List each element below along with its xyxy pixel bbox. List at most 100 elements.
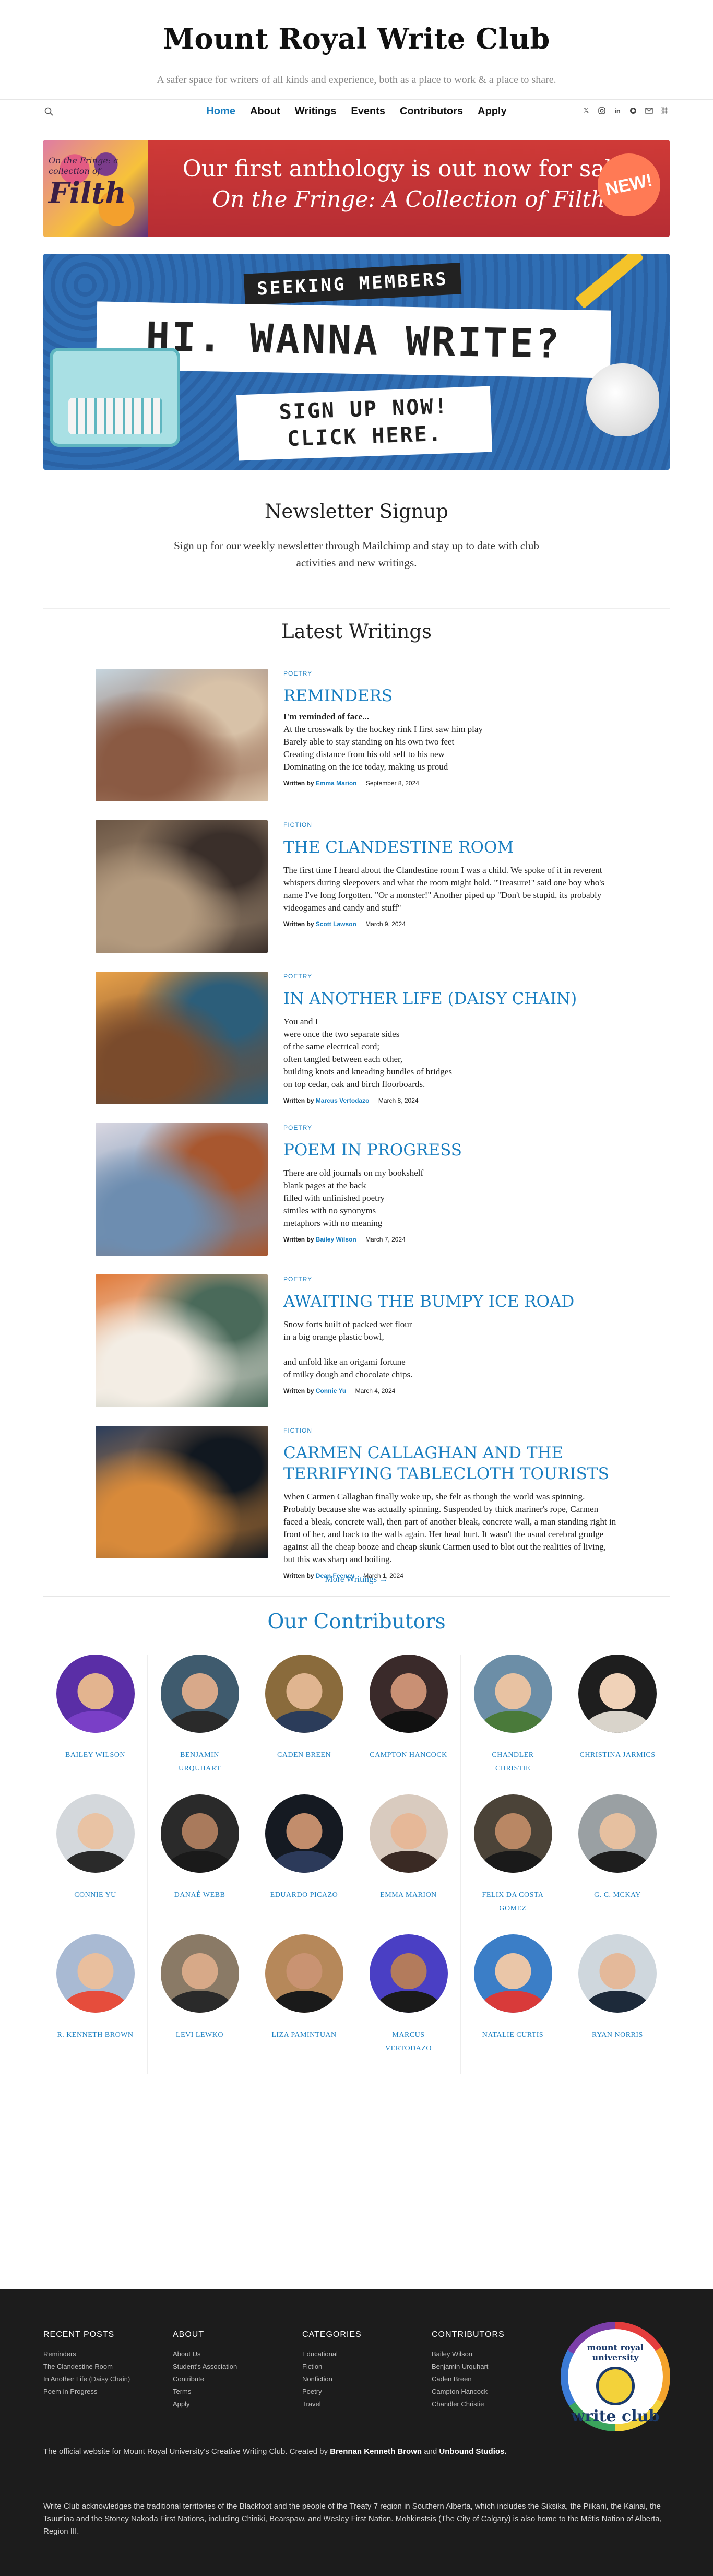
post-thumbnail[interactable] — [96, 669, 268, 801]
contributor-name[interactable]: DANAÉ WEBB — [161, 1888, 239, 1902]
footer-link[interactable]: Apply — [173, 2398, 302, 2410]
email-icon[interactable] — [644, 106, 653, 115]
post-category[interactable]: FICTION — [283, 821, 617, 829]
contributor-card[interactable]: R. KENNETH BROWN — [43, 1934, 148, 2074]
avatar[interactable] — [160, 1794, 239, 1873]
nav-apply[interactable]: Apply — [478, 105, 507, 117]
post-title[interactable]: THE CLANDESTINE ROOM — [283, 837, 617, 858]
contributor-name[interactable]: BAILEY WILSON — [56, 1748, 135, 1762]
contributor-card[interactable]: BAILEY WILSON — [43, 1655, 148, 1794]
avatar[interactable] — [160, 1655, 239, 1733]
post-title[interactable]: IN ANOTHER LIFE (DAISY CHAIN) — [283, 988, 617, 1009]
footer-link[interactable]: Nonfiction — [302, 2373, 432, 2385]
contributor-card[interactable]: G. C. MCKAY — [565, 1794, 670, 1934]
avatar[interactable] — [56, 1794, 135, 1873]
contributor-card[interactable]: RYAN NORRIS — [565, 1934, 670, 2074]
nav-writings[interactable]: Writings — [295, 105, 337, 117]
contributor-name[interactable]: EDUARDO PICAZO — [265, 1888, 343, 1902]
contributor-name[interactable]: MARCUS VERTODAZO — [370, 2028, 448, 2055]
avatar[interactable] — [160, 1934, 239, 2013]
site-title[interactable]: Mount Royal Write Club — [0, 22, 713, 55]
contributor-name[interactable]: LIZA PAMINTUAN — [265, 2028, 343, 2042]
footer-link[interactable]: Fiction — [302, 2360, 432, 2373]
post-category[interactable]: POETRY — [283, 1275, 617, 1283]
contributor-card[interactable]: EMMA MARION — [356, 1794, 461, 1934]
anthology-banner[interactable]: On the Fringe: a collection of Filth Our… — [43, 140, 670, 237]
avatar[interactable] — [56, 1934, 135, 2013]
footer-link[interactable]: Benjamin Urquhart — [432, 2360, 561, 2373]
post-thumbnail[interactable] — [96, 1426, 268, 1558]
contributor-card[interactable]: CHANDLER CHRISTIE — [461, 1655, 565, 1794]
avatar[interactable] — [473, 1934, 552, 2013]
credit-author-link[interactable]: Brennan Kenneth Brown — [330, 2447, 422, 2456]
instagram-icon[interactable] — [597, 106, 607, 115]
signup-cta[interactable]: SIGN UP NOW! CLICK HERE. — [236, 386, 493, 461]
footer-link[interactable]: Chandler Christie — [432, 2398, 561, 2410]
post-thumbnail[interactable] — [96, 820, 268, 953]
footer-link[interactable]: Educational — [302, 2348, 432, 2360]
contributor-card[interactable]: CADEN BREEN — [252, 1655, 356, 1794]
avatar[interactable] — [473, 1655, 552, 1733]
post-category[interactable]: POETRY — [283, 973, 617, 980]
contributor-name[interactable]: LEVI LEWKO — [161, 2028, 239, 2042]
avatar[interactable] — [265, 1794, 343, 1873]
post-title[interactable]: AWAITING THE BUMPY ICE ROAD — [283, 1291, 617, 1312]
post-thumbnail[interactable] — [96, 1123, 268, 1256]
avatar[interactable] — [369, 1934, 448, 2013]
post-title[interactable]: POEM IN PROGRESS — [283, 1140, 617, 1161]
post-author-link[interactable]: Scott Lawson — [316, 920, 356, 928]
contributor-card[interactable]: FELIX DA COSTA GOMEZ — [461, 1794, 565, 1934]
footer-link[interactable]: Contribute — [173, 2373, 302, 2385]
post-category[interactable]: FICTION — [283, 1427, 617, 1434]
contributor-card[interactable]: NATALIE CURTIS — [461, 1934, 565, 2074]
contributor-name[interactable]: NATALIE CURTIS — [474, 2028, 552, 2042]
contributor-card[interactable]: CONNIE YU — [43, 1794, 148, 1934]
write-club-logo[interactable]: mount royal university write club — [561, 2322, 670, 2431]
contributor-name[interactable]: G. C. MCKAY — [578, 1888, 657, 1902]
footer-link[interactable]: Poem in Progress — [43, 2385, 173, 2398]
contributor-card[interactable]: DANAÉ WEBB — [148, 1794, 252, 1934]
github-icon[interactable] — [628, 106, 638, 115]
seeking-members-banner[interactable]: SEEKING MEMBERS HI. WANNA WRITE? SIGN UP… — [43, 254, 670, 470]
nav-about[interactable]: About — [250, 105, 280, 117]
nav-home[interactable]: Home — [206, 105, 235, 117]
footer-link[interactable]: The Clandestine Room — [43, 2360, 173, 2373]
contributor-name[interactable]: CHRISTINA JARMICS — [578, 1748, 657, 1762]
contributor-card[interactable]: BENJAMIN URQUHART — [148, 1655, 252, 1794]
contributor-name[interactable]: EMMA MARION — [370, 1888, 448, 1902]
footer-link[interactable]: Reminders — [43, 2348, 173, 2360]
contributor-card[interactable]: MARCUS VERTODAZO — [356, 1934, 461, 2074]
footer-link[interactable]: Bailey Wilson — [432, 2348, 561, 2360]
link-icon[interactable]: ⛓ — [660, 106, 669, 115]
post-category[interactable]: POETRY — [283, 1124, 617, 1131]
avatar[interactable] — [265, 1934, 343, 2013]
avatar[interactable] — [369, 1655, 448, 1733]
post-thumbnail[interactable] — [96, 972, 268, 1104]
search-icon[interactable] — [44, 107, 54, 117]
post-author-link[interactable]: Emma Marion — [316, 779, 357, 787]
contributor-card[interactable]: EDUARDO PICAZO — [252, 1794, 356, 1934]
linkedin-icon[interactable]: in — [613, 106, 622, 115]
footer-link[interactable]: Caden Breen — [432, 2373, 561, 2385]
footer-link[interactable]: In Another Life (Daisy Chain) — [43, 2373, 173, 2385]
post-thumbnail[interactable] — [96, 1274, 268, 1407]
post-title[interactable]: CARMEN CALLAGHAN AND THE TERRIFYING TABL… — [283, 1443, 617, 1484]
footer-link[interactable]: Travel — [302, 2398, 432, 2410]
contributor-name[interactable]: CAMPTON HANCOCK — [370, 1748, 448, 1762]
post-title[interactable]: REMINDERS — [283, 686, 617, 706]
contributor-name[interactable]: CADEN BREEN — [265, 1748, 343, 1762]
post-author-link[interactable]: Bailey Wilson — [316, 1236, 356, 1243]
contributor-name[interactable]: RYAN NORRIS — [578, 2028, 657, 2042]
avatar[interactable] — [265, 1655, 343, 1733]
footer-link[interactable]: Campton Hancock — [432, 2385, 561, 2398]
contributor-card[interactable]: LEVI LEWKO — [148, 1934, 252, 2074]
post-category[interactable]: POETRY — [283, 670, 617, 677]
contributor-name[interactable]: BENJAMIN URQUHART — [161, 1748, 239, 1776]
footer-link[interactable]: Terms — [173, 2385, 302, 2398]
contributor-card[interactable]: LIZA PAMINTUAN — [252, 1934, 356, 2074]
avatar[interactable] — [578, 1934, 657, 2013]
avatar[interactable] — [578, 1794, 657, 1873]
contributor-name[interactable]: FELIX DA COSTA GOMEZ — [474, 1888, 552, 1916]
post-author-link[interactable]: Marcus Vertodazo — [316, 1097, 370, 1104]
x-icon[interactable]: 𝕏 — [581, 106, 591, 115]
